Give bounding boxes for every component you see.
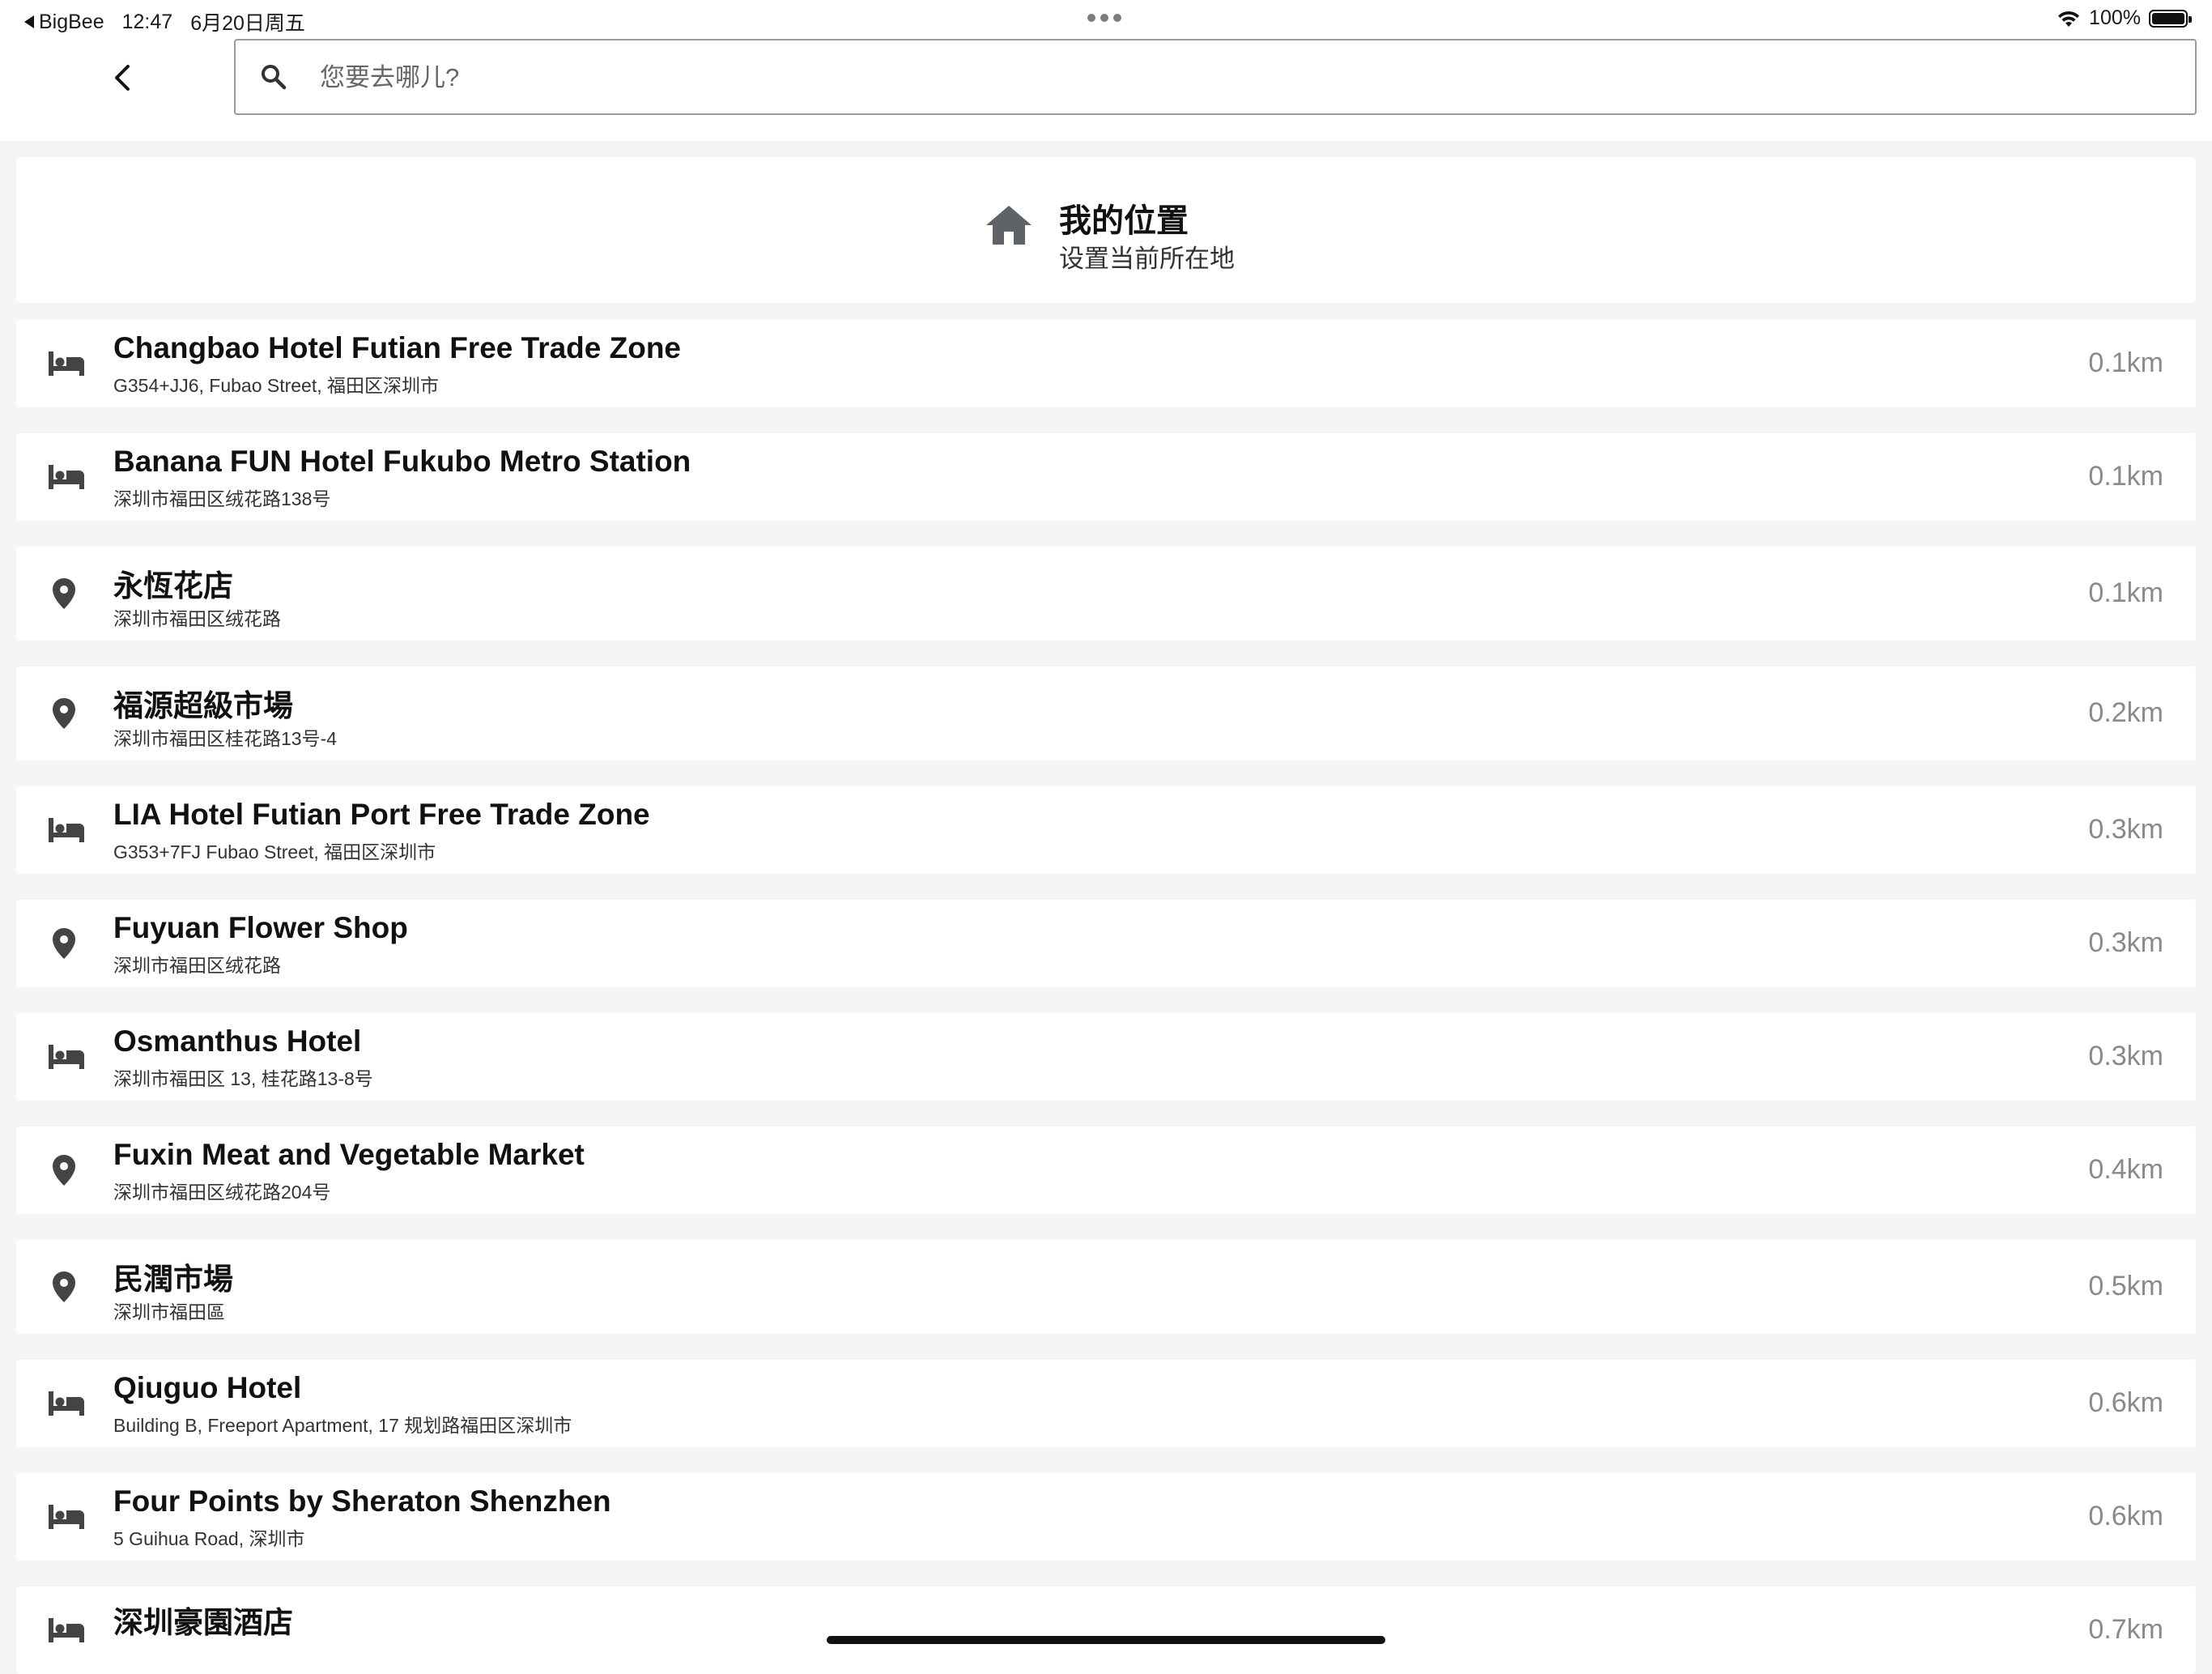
battery-icon — [2149, 9, 2192, 28]
place-distance: 0.3km — [2088, 927, 2163, 958]
place-address: 深圳市福田区绒花路 — [113, 955, 281, 976]
place-name: 深圳豪園酒店 — [113, 1606, 293, 1639]
bed-icon — [47, 1390, 86, 1421]
home-indicator[interactable] — [827, 1636, 1385, 1644]
place-distance: 0.6km — [2088, 1501, 2163, 1531]
place-distance: 0.2km — [2088, 697, 2163, 728]
place-row[interactable]: 民潤市場深圳市福田區 0.5km — [16, 1240, 2196, 1334]
location-pin-icon — [50, 1270, 78, 1308]
place-name: Fuyuan Flower Shop — [113, 911, 408, 944]
home-icon — [986, 206, 1032, 245]
place-distance: 0.1km — [2088, 347, 2163, 378]
place-name: LIA Hotel Futian Port Free Trade Zone — [113, 798, 650, 831]
header — [0, 39, 2212, 141]
place-name: Four Points by Sheraton Shenzhen — [113, 1484, 611, 1518]
back-to-app-link[interactable]: BigBee — [24, 11, 104, 34]
place-row[interactable]: 深圳豪園酒店 0.7km — [16, 1587, 2196, 1674]
back-app-label: BigBee — [39, 10, 104, 33]
bed-icon — [47, 463, 86, 495]
my-location-subtitle: 设置当前所在地 — [1059, 245, 1235, 273]
place-distance: 0.1km — [2088, 461, 2163, 492]
place-address: G353+7FJ Fubao Street, 福田区深圳市 — [113, 841, 436, 863]
place-address: 深圳市福田区 13, 桂花路13-8号 — [113, 1068, 373, 1089]
place-row[interactable]: Four Points by Sheraton Shenzhen 5 Guihua… — [16, 1473, 2196, 1561]
place-name: Osmanthus Hotel — [113, 1024, 362, 1058]
place-row[interactable]: Changbao Hotel Futian Free Trade Zone G35… — [16, 320, 2196, 407]
place-name: 永恆花店 — [113, 569, 233, 603]
place-name: Changbao Hotel Futian Free Trade Zone — [113, 331, 682, 364]
place-name: Fuxin Meat and Vegetable Market — [113, 1138, 585, 1171]
place-address: 深圳市福田区绒花路204号 — [113, 1182, 331, 1203]
back-button[interactable] — [104, 55, 143, 100]
place-distance: 0.7km — [2088, 1614, 2163, 1645]
my-location-card[interactable]: 我的位置 设置当前所在地 — [16, 157, 2196, 303]
status-time: 12:47 — [121, 10, 173, 33]
bed-icon — [47, 1503, 86, 1535]
place-distance: 0.3km — [2088, 814, 2163, 845]
back-triangle-icon — [24, 15, 34, 28]
bed-icon — [47, 1043, 86, 1075]
place-name: Banana FUN Hotel Fukubo Metro Station — [113, 445, 691, 478]
place-address: Building B, Freeport Apartment, 17 规划路福田… — [113, 1415, 572, 1436]
place-name: 民潤市場 — [113, 1263, 233, 1296]
place-address: 深圳市福田区绒花路138号 — [113, 488, 331, 509]
place-row[interactable]: Fuxin Meat and Vegetable Market 深圳市福田区绒花路… — [16, 1127, 2196, 1214]
place-row[interactable]: Banana FUN Hotel Fukubo Metro Station 深圳市… — [16, 433, 2196, 521]
place-name: Qiuguo Hotel — [113, 1371, 302, 1404]
place-row[interactable]: Fuyuan Flower Shop 深圳市福田区绒花路 0.3km — [16, 900, 2196, 987]
bed-icon — [47, 1616, 86, 1648]
bed-icon — [47, 350, 86, 381]
location-pin-icon — [50, 1153, 78, 1191]
place-address: 5 Guihua Road, 深圳市 — [113, 1528, 305, 1549]
place-distance: 0.6km — [2088, 1387, 2163, 1418]
my-location-title: 我的位置 — [1059, 203, 1189, 239]
place-row[interactable]: Osmanthus Hotel 深圳市福田区 13, 桂花路13-8号 0.3km — [16, 1013, 2196, 1101]
location-pin-icon — [50, 926, 78, 965]
place-distance: 0.4km — [2088, 1154, 2163, 1185]
place-row[interactable]: 福源超級市場深圳市福田区桂花路13号-4 0.2km — [16, 667, 2196, 760]
place-address: 深圳市福田区桂花路13号-4 — [113, 728, 338, 749]
place-name: 福源超級市場 — [113, 689, 293, 722]
search-input[interactable] — [318, 55, 2103, 100]
place-distance: 0.5km — [2088, 1271, 2163, 1301]
bed-icon — [47, 816, 86, 848]
location-pin-icon — [50, 577, 78, 615]
place-distance: 0.3km — [2088, 1041, 2163, 1071]
place-address: 深圳市福田区绒花路 — [113, 608, 281, 629]
search-box[interactable] — [234, 39, 2197, 115]
multitasking-dots-icon[interactable] — [1087, 14, 1121, 22]
status-date: 6月20日周五 — [190, 12, 305, 35]
place-distance: 0.1km — [2088, 577, 2163, 608]
place-row[interactable]: 永恆花店深圳市福田区绒花路 0.1km — [16, 547, 2196, 641]
place-address: G354+JJ6, Fubao Street, 福田区深圳市 — [113, 375, 440, 396]
search-icon — [262, 65, 287, 90]
battery-percent: 100% — [2089, 6, 2141, 29]
place-row[interactable]: Qiuguo Hotel Building B, Freeport Apartme… — [16, 1360, 2196, 1447]
wifi-icon — [2058, 11, 2080, 27]
location-pin-icon — [50, 696, 78, 735]
place-row[interactable]: LIA Hotel Futian Port Free Trade Zone G35… — [16, 786, 2196, 874]
status-bar: BigBee 12:47 6月20日周五 100% — [0, 0, 2212, 39]
chevron-left-icon — [115, 65, 130, 91]
place-address: 深圳市福田區 — [113, 1301, 225, 1323]
